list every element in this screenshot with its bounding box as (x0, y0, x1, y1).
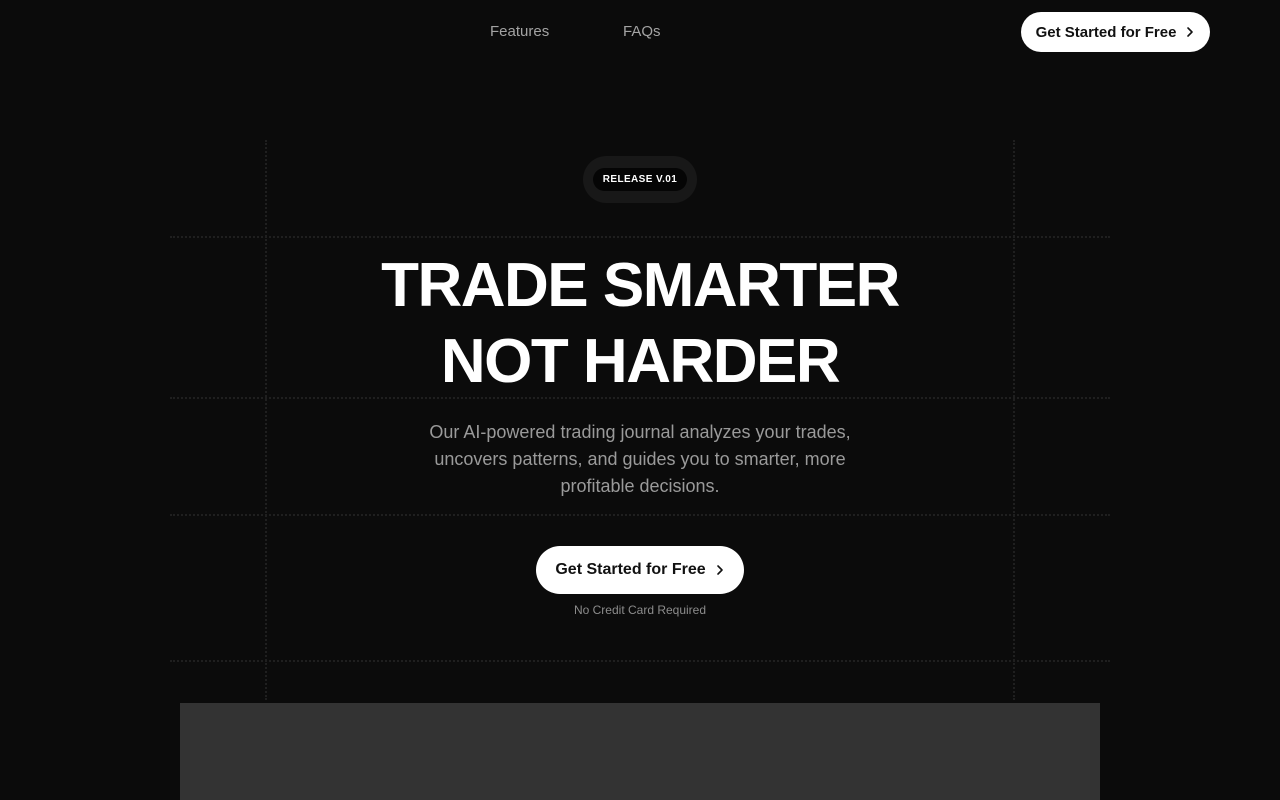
hero-get-started-button[interactable]: Get Started for Free (536, 546, 744, 594)
release-badge: RELEASE V.01 (583, 156, 697, 203)
landing-page: Features FAQs Get Started for Free RELEA… (0, 0, 1280, 800)
top-nav: Features FAQs Get Started for Free (0, 0, 1280, 64)
grid-line (170, 514, 1110, 516)
nav-link-features[interactable]: Features (490, 22, 549, 42)
grid-line (265, 140, 267, 700)
nav-get-started-button[interactable]: Get Started for Free (1021, 12, 1210, 52)
release-badge-label: RELEASE V.01 (592, 168, 688, 191)
chevron-right-icon (715, 564, 725, 576)
hero-headline-line-2: NOT HARDER (440, 327, 841, 396)
no-credit-card-note: No Credit Card Required (573, 603, 707, 617)
nav-link-faqs[interactable]: FAQs (623, 22, 661, 42)
grid-line (1013, 140, 1015, 700)
hero-get-started-label: Get Started for Free (555, 561, 706, 578)
hero-headline: TRADE SMARTER NOT HARDER (290, 248, 990, 400)
grid-line (170, 660, 1110, 662)
grid-line (170, 236, 1110, 238)
nav-get-started-label: Get Started for Free (1035, 23, 1177, 41)
chevron-right-icon (1185, 26, 1195, 38)
hero-headline-line-1: TRADE SMARTER (381, 251, 900, 320)
hero-subtext: Our AI-powered trading journal analyzes … (429, 422, 851, 496)
product-preview-panel (180, 703, 1100, 800)
